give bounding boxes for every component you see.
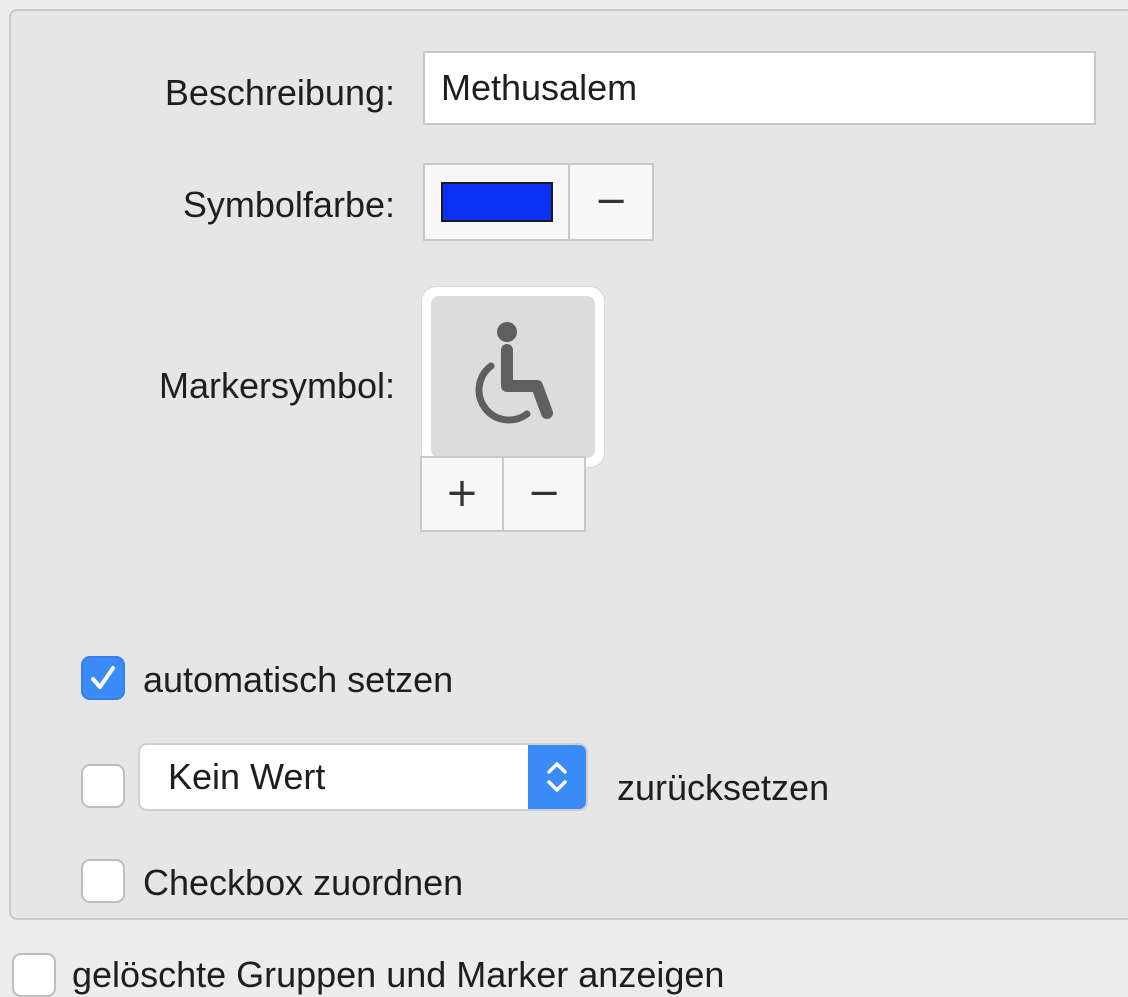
symbol-color-well[interactable] [423, 163, 570, 241]
marker-symbol-label: Markersymbol: [158, 365, 395, 406]
description-label: Beschreibung: [164, 72, 395, 113]
checkmark-icon [91, 666, 115, 689]
reset-label: zurücksetzen [617, 767, 830, 808]
show-deleted-label[interactable]: gelöschte Gruppen und Marker anzeigen [72, 953, 724, 997]
auto-set-label[interactable]: automatisch setzen [143, 658, 453, 702]
marker-symbol-preview [431, 296, 595, 458]
remove-color-button[interactable]: − [568, 163, 654, 241]
show-deleted-checkbox[interactable] [12, 953, 56, 997]
popup-selected-value: Kein Wert [168, 756, 326, 797]
add-symbol-button[interactable]: + [420, 456, 504, 532]
reset-checkbox[interactable] [81, 764, 125, 808]
assign-checkbox[interactable] [81, 859, 125, 903]
assign-checkbox-label[interactable]: Checkbox zuordnen [143, 861, 463, 905]
reset-value-popup[interactable]: Kein Wert [138, 743, 588, 811]
settings-group-box: Beschreibung: Methusalem Symbolfarbe: − … [9, 9, 1128, 920]
symbol-color-label: Symbolfarbe: [182, 184, 395, 225]
auto-set-checkbox[interactable] [81, 656, 125, 700]
marker-symbol-well[interactable] [422, 287, 604, 467]
marker-settings-window: Beschreibung: Methusalem Symbolfarbe: − … [0, 0, 1128, 997]
up-down-chevron-icon [547, 762, 567, 792]
color-swatch [441, 182, 553, 222]
popup-arrows [528, 745, 586, 809]
description-field[interactable]: Methusalem [423, 51, 1096, 125]
wheelchair-icon [475, 322, 553, 424]
remove-symbol-button[interactable]: − [502, 456, 586, 532]
